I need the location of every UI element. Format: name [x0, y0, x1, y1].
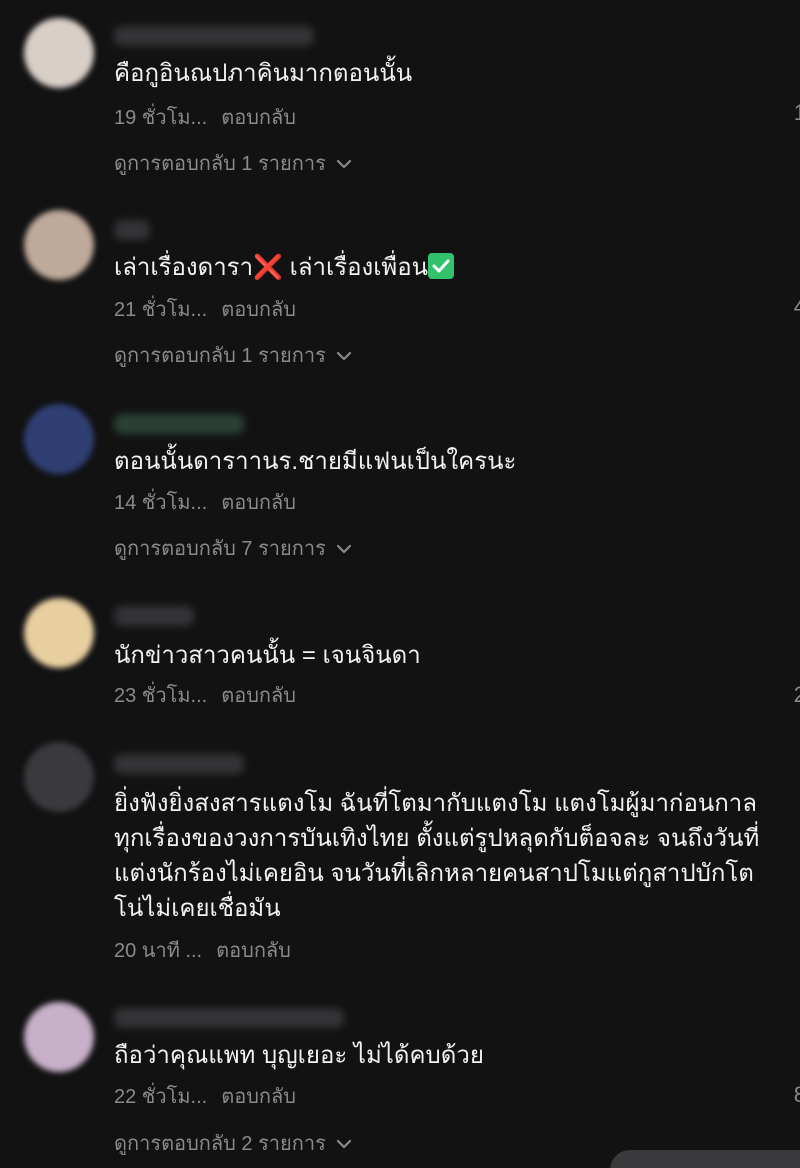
- avatar[interactable]: [24, 210, 94, 280]
- like-count: 2: [793, 682, 800, 707]
- chevron-down-icon: [336, 159, 351, 169]
- comment-time: 14 ชั่วโม...: [114, 492, 208, 514]
- username-blurred[interactable]: [114, 606, 194, 626]
- view-replies-button[interactable]: ดูการตอบกลับ 7 รายการ: [114, 536, 352, 562]
- view-replies-label: ดูการตอบกลับ 7 รายการ: [114, 538, 326, 560]
- view-replies-button[interactable]: ดูการตอบกลับ 1 รายการ: [114, 151, 352, 177]
- username-blurred[interactable]: [114, 754, 244, 774]
- comment-time: 21 ชั่วโม...: [114, 299, 208, 321]
- chevron-down-icon: [336, 351, 351, 361]
- avatar[interactable]: [24, 1002, 94, 1072]
- view-replies-button[interactable]: ดูการตอบกลับ 2 รายการ: [114, 1131, 352, 1157]
- comment-text: ตอนนั้นดาราานร.ชายมีแฟนเป็นใครนะ: [114, 448, 517, 475]
- view-replies-button[interactable]: ดูการตอบกลับ 1 รายการ: [114, 343, 352, 369]
- like-count: 4: [793, 294, 800, 319]
- comment-meta: 21 ชั่วโม... ตอบกลับ: [114, 297, 296, 323]
- like-count: 1: [793, 100, 800, 125]
- username-blurred[interactable]: [114, 1008, 344, 1028]
- comment-text: ถือว่าคุณแพท บุญเยอะ ไม่ได้คบด้วย: [114, 1042, 484, 1069]
- view-replies-label: ดูการตอบกลับ 2 รายการ: [114, 1133, 326, 1155]
- username-blurred[interactable]: [114, 26, 314, 46]
- username-blurred[interactable]: [114, 220, 150, 240]
- avatar[interactable]: [24, 598, 94, 668]
- comment-text: นักข่าวสาวคนนั้น = เจนจินดา: [114, 642, 421, 669]
- avatar[interactable]: [24, 742, 94, 812]
- reply-button[interactable]: ตอบกลับ: [221, 683, 296, 709]
- view-replies-label: ดูการตอบกลับ 1 รายการ: [114, 153, 326, 175]
- comment-meta: 22 ชั่วโม... ตอบกลับ: [114, 1084, 296, 1110]
- comment-time: 20 นาที ...: [114, 940, 203, 962]
- chevron-down-icon: [336, 1139, 351, 1149]
- comment-text: เล่าเรื่องดารา❌ เล่าเรื่องเพื่อน: [114, 250, 780, 285]
- comment-meta: 14 ชั่วโม... ตอบกลับ: [114, 490, 296, 516]
- comment-list: คือกูอินณปภาคินมากตอนนั้น 19 ชั่วโม... ต…: [0, 0, 800, 1168]
- cross-mark-icon: ❌: [253, 254, 283, 281]
- view-replies-label: ดูการตอบกลับ 1 รายการ: [114, 345, 326, 367]
- comment-text: ยิ่งฟังยิ่งสงสารแตงโม ฉันที่โตมากับแตงโม…: [114, 790, 760, 922]
- comment-time: 22 ชั่วโม...: [114, 1086, 208, 1108]
- comment-meta: 19 ชั่วโม... ตอบกลับ: [114, 105, 296, 131]
- reply-button[interactable]: ตอบกลับ: [221, 1084, 296, 1110]
- reply-button[interactable]: ตอบกลับ: [216, 938, 291, 964]
- check-mark-icon: [428, 253, 455, 279]
- reply-button[interactable]: ตอบกลับ: [221, 297, 296, 323]
- reply-button[interactable]: ตอบกลับ: [221, 490, 296, 516]
- comment-time: 23 ชั่วโม...: [114, 685, 208, 707]
- comment-text-part: เล่าเรื่องดารา: [114, 254, 254, 281]
- comment-meta: 23 ชั่วโม... ตอบกลับ: [114, 683, 296, 709]
- comment-text: คือกูอินณปภาคินมากตอนนั้น: [114, 60, 413, 87]
- comment-text-part: เล่าเรื่องเพื่อน: [289, 254, 429, 281]
- comment-meta: 20 นาที ... ตอบกลับ: [114, 938, 291, 964]
- username-blurred[interactable]: [114, 414, 244, 434]
- chevron-down-icon: [336, 544, 351, 554]
- bottom-bar-edge: [610, 1150, 800, 1168]
- avatar[interactable]: [24, 404, 94, 474]
- like-count: 8: [793, 1082, 800, 1107]
- comment-time: 19 ชั่วโม...: [114, 107, 208, 129]
- reply-button[interactable]: ตอบกลับ: [221, 105, 296, 131]
- avatar[interactable]: [24, 18, 94, 88]
